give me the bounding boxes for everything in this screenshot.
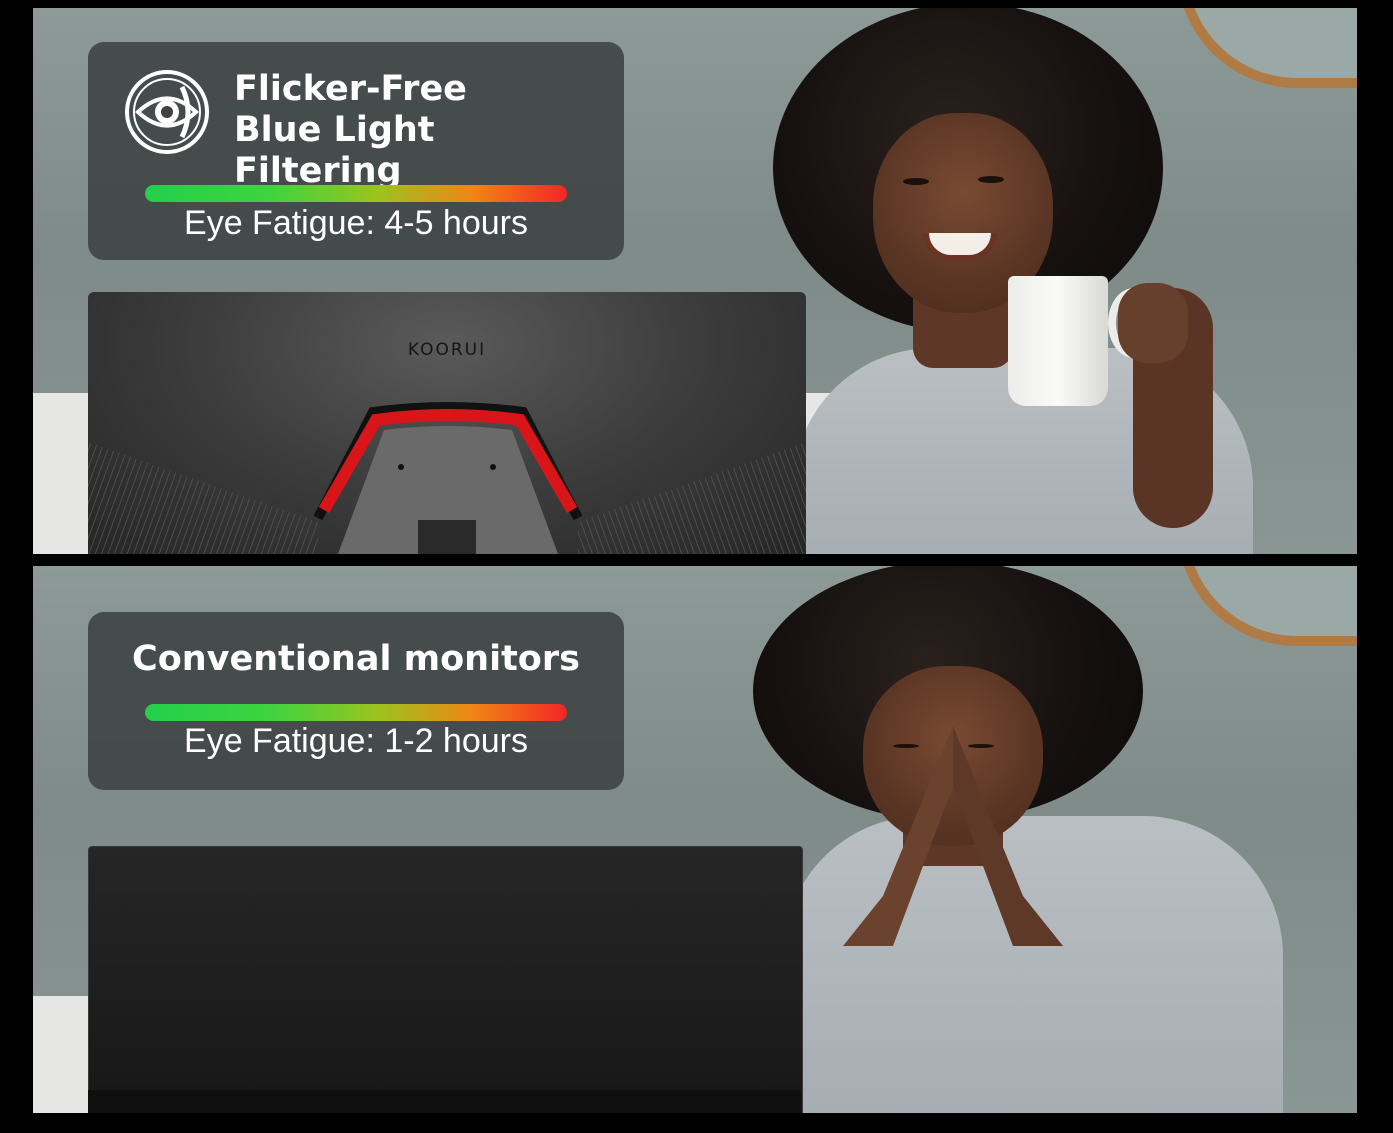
fatigue-label: Eye Fatigue: 1-2 hours [184, 722, 528, 760]
monitor-back-graphic [88, 402, 806, 554]
smiling-woman [753, 8, 1353, 554]
left-eye [903, 178, 929, 185]
comparison-image: KOORUI Flicker-Free Blue Light Filtering… [0, 0, 1393, 1133]
title-line-1: Flicker-Free [234, 69, 467, 109]
monitor-brand-logo: KOORUI [407, 340, 487, 360]
monitor-bezel-bottom [88, 1090, 801, 1113]
feature-title: Flicker-Free Blue Light Filtering [234, 69, 614, 192]
conventional-info-box: Conventional monitors Eye Fatigue: 1-2 h… [88, 612, 624, 790]
tired-woman [753, 566, 1353, 1113]
coffee-mug [1008, 276, 1108, 406]
conventional-panel: Conventional monitors Eye Fatigue: 1-2 h… [33, 566, 1357, 1113]
eye-shield-icon [124, 69, 210, 155]
title-line-2: Blue Light Filtering [234, 110, 435, 191]
fatigue-gradient-bar [145, 185, 567, 202]
fatigue-gradient-bar [145, 704, 567, 721]
fatigue-label: Eye Fatigue: 4-5 hours [184, 204, 528, 242]
flicker-free-info-box: Flicker-Free Blue Light Filtering Eye Fa… [88, 42, 624, 260]
right-eye [978, 176, 1004, 183]
curved-monitor-back: KOORUI [88, 292, 806, 554]
hand [1118, 283, 1188, 363]
conventional-monitor [88, 846, 803, 1113]
pressed-hands [843, 726, 1063, 946]
conventional-title: Conventional monitors [132, 639, 580, 679]
flicker-free-panel: KOORUI Flicker-Free Blue Light Filtering… [33, 8, 1357, 554]
